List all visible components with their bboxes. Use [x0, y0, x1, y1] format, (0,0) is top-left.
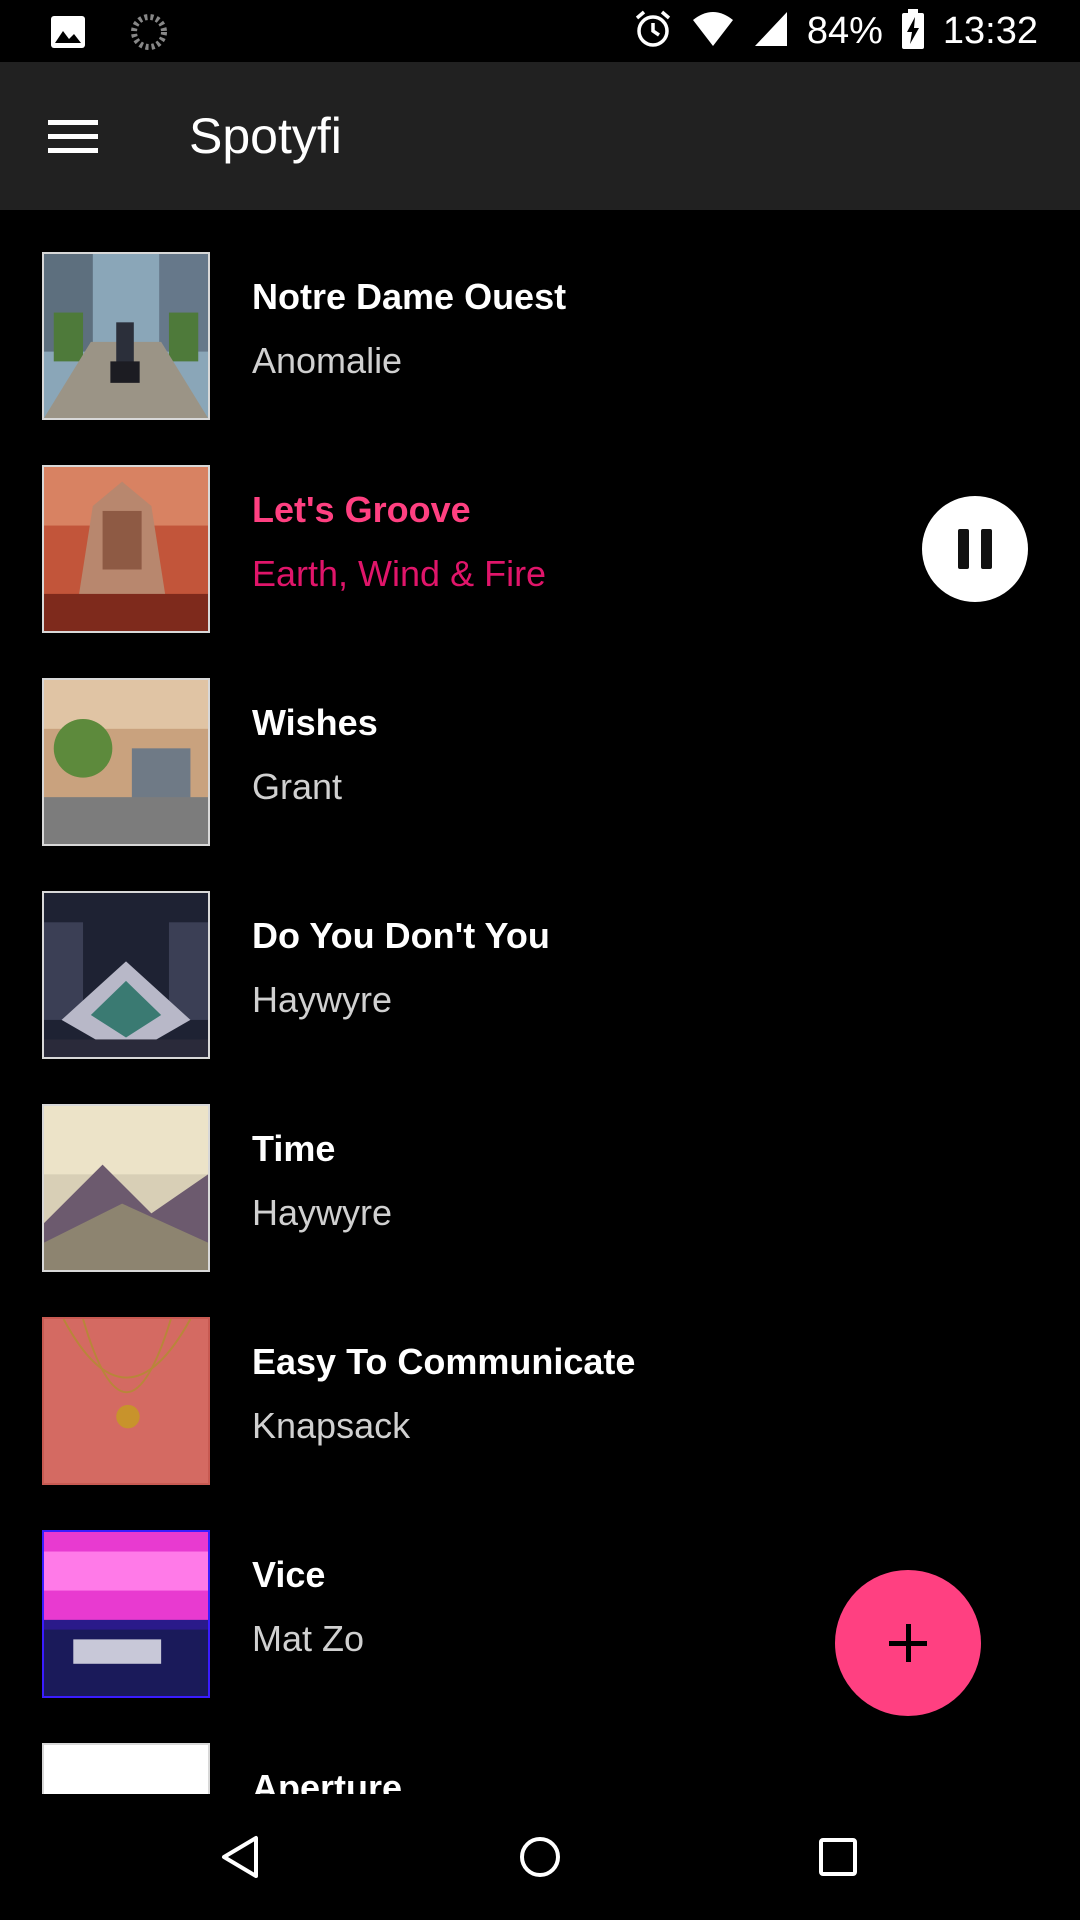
track-title: Let's Groove [252, 489, 471, 530]
hamburger-menu-icon[interactable] [32, 100, 112, 172]
track-title: Do You Don't You [252, 915, 550, 956]
home-icon[interactable] [507, 1824, 573, 1890]
track-item[interactable]: Do You Don't You Haywyre [0, 849, 1080, 1062]
status-bar: 84% 13:32 [0, 0, 1080, 62]
track-artist: Anomalie [252, 340, 403, 381]
album-art [42, 1104, 210, 1272]
pause-icon [958, 529, 969, 569]
track-artist: Mat Zo [252, 1618, 365, 1659]
recents-icon[interactable] [805, 1824, 871, 1890]
track-artist: Haywyre [252, 979, 393, 1020]
sync-icon [130, 13, 168, 56]
track-list[interactable]: Notre Dame Ouest Anomalie Let's Groove E… [0, 210, 1080, 1794]
track-artist: Earth, Wind & Fire [252, 553, 547, 594]
alarm-icon [633, 9, 673, 54]
navigation-bar [0, 1794, 1080, 1920]
album-art [42, 1530, 210, 1698]
track-item[interactable]: Time Haywyre [0, 1062, 1080, 1275]
clock: 13:32 [942, 10, 1038, 52]
track-item-playing[interactable]: Let's Groove Earth, Wind & Fire [0, 423, 1080, 636]
battery-charging-icon [901, 8, 925, 54]
album-art [42, 252, 210, 420]
pause-button[interactable] [922, 496, 1028, 602]
wifi-icon [691, 10, 735, 53]
add-button[interactable] [835, 1570, 981, 1716]
track-item[interactable]: Notre Dame Ouest Anomalie [0, 210, 1080, 423]
track-title: Vice [252, 1554, 326, 1595]
track-artist: Knapsack [252, 1405, 411, 1446]
track-title: Time [252, 1128, 336, 1169]
track-title: Notre Dame Ouest [252, 276, 567, 317]
track-artist: Grant [252, 766, 343, 807]
track-title: Aperture [252, 1767, 403, 1794]
album-art [42, 1317, 210, 1485]
plus-icon-stroke [906, 1624, 911, 1662]
signal-icon [753, 10, 789, 53]
app-bar: Spotyfi [0, 62, 1080, 210]
app-title: Spotyfi [189, 108, 342, 164]
image-icon [50, 15, 86, 54]
album-art [42, 891, 210, 1059]
track-title: Wishes [252, 702, 378, 743]
battery-percent: 84% [806, 10, 883, 52]
track-title: Easy To Communicate [252, 1341, 636, 1382]
pause-icon-bar [981, 529, 992, 569]
track-artist: Haywyre [252, 1192, 393, 1233]
album-art [42, 1743, 210, 1794]
album-art [42, 678, 210, 846]
track-item[interactable]: Easy To Communicate Knapsack [0, 1275, 1080, 1488]
back-icon[interactable] [208, 1824, 274, 1890]
track-item[interactable]: Wishes Grant [0, 636, 1080, 849]
album-art [42, 465, 210, 633]
